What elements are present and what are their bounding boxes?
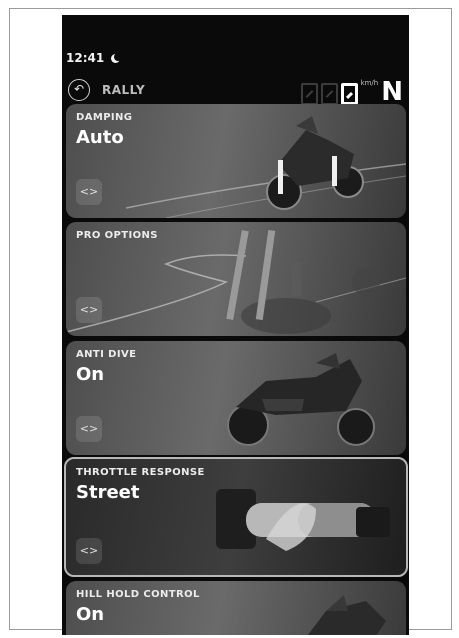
chevron-left-right-icon[interactable]: <> [76,416,102,442]
ride-mode-label: RALLY [102,83,146,97]
card-value: On [76,604,105,625]
card-label: HILL HOLD CONTROL [76,589,200,600]
clock: 12:41 [66,51,105,65]
chevron-left-right-icon[interactable]: <> [76,297,102,323]
card-hill-hold-control[interactable]: HILL HOLD CONTROL On [66,581,406,635]
back-arrow-icon: ↶ [73,82,85,96]
card-label: PRO OPTIONS [76,230,158,241]
card-anti-dive[interactable]: ANTI DIVE On <> [66,341,406,455]
top-bar: ↶ RALLY km/h N [66,77,405,105]
back-button[interactable]: ↶ [68,79,90,101]
gear-indicator: N [381,77,403,107]
card-throttle-response[interactable]: THROTTLE RESPONSE Street <> [64,457,408,577]
status-bar: 12:41 [66,51,123,65]
card-label: DAMPING [76,112,133,123]
card-value: Street [76,482,140,503]
card-label: THROTTLE RESPONSE [76,467,205,478]
card-damping[interactable]: DAMPING Auto <> [66,104,406,218]
card-pro-options[interactable]: PRO OPTIONS <> [66,222,406,336]
card-value: Auto [76,127,124,148]
dashboard-screen: 12:41 ↶ RALLY km/h N DAMPING Auto <> PRO… [62,15,409,635]
card-label: ANTI DIVE [76,349,137,360]
speed-digit [340,83,358,105]
card-value: On [76,364,105,385]
speed-unit: km/h [360,79,379,87]
moon-icon [110,52,123,64]
speedometer: km/h N [300,77,403,107]
chevron-left-right-icon[interactable]: <> [76,538,102,564]
speed-digit-placeholder [320,83,338,105]
speed-digit-placeholder [300,83,318,105]
chevron-left-right-icon[interactable]: <> [76,179,102,205]
